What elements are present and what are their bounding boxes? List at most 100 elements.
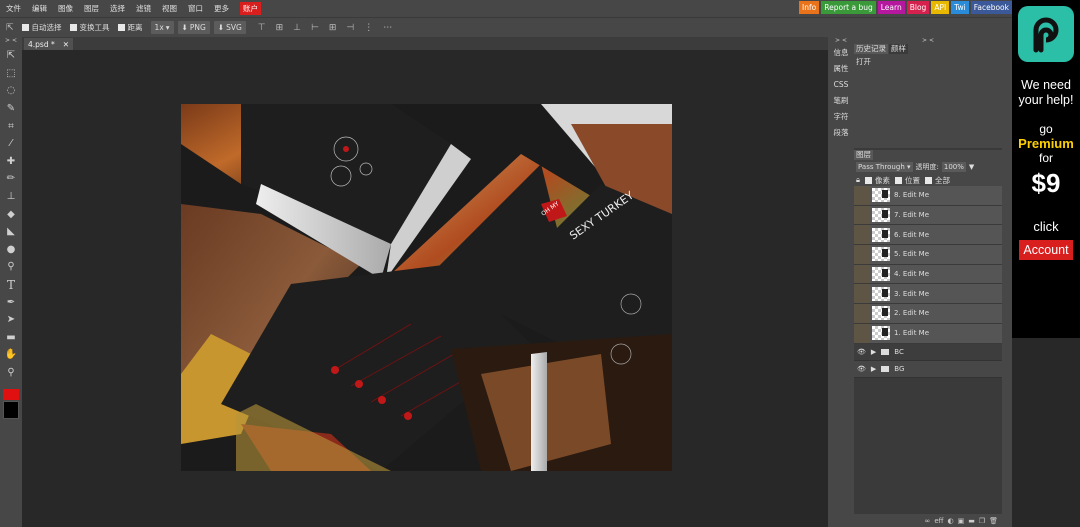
layer-row[interactable]: 2. Edit Me	[854, 304, 1002, 324]
tab-info[interactable]: 信息	[828, 45, 854, 61]
menu-filter[interactable]: 滤镜	[136, 3, 151, 14]
menu-select[interactable]: 选择	[110, 3, 125, 14]
lasso-icon[interactable]: ◌	[0, 82, 22, 100]
hand-icon[interactable]: ✋	[0, 346, 22, 364]
tab-brush[interactable]: 笔刷	[828, 93, 854, 109]
menu-window[interactable]: 窗口	[188, 3, 203, 14]
menu-account[interactable]: 账户	[240, 2, 261, 15]
distribute-h-icon[interactable]: ⋯	[383, 23, 392, 33]
align-left-icon[interactable]: ⊢	[311, 23, 319, 33]
distance-checkbox[interactable]: 距离	[117, 22, 143, 33]
move-tool-icon[interactable]: ⇱	[6, 23, 14, 33]
eraser-icon[interactable]: ◆	[0, 205, 22, 223]
panel-collapse[interactable]: > <	[0, 37, 22, 47]
side-collapse[interactable]: > <	[828, 37, 854, 45]
distribute-icon[interactable]: ⋮	[364, 23, 373, 33]
link-icon[interactable]: ∞	[924, 517, 930, 525]
menu-view[interactable]: 视图	[162, 3, 177, 14]
ad-account-button[interactable]: Account	[1019, 240, 1073, 260]
shape-icon[interactable]: ▬	[0, 329, 22, 347]
move-icon[interactable]: ⇱	[0, 47, 22, 65]
blur-icon[interactable]: ●	[0, 241, 22, 259]
layer-thumbnail	[872, 267, 890, 282]
zoom-icon[interactable]: ⚲	[0, 364, 22, 382]
stamp-icon[interactable]: ⊥	[0, 188, 22, 206]
path-select-icon[interactable]: ➤	[0, 311, 22, 329]
foreground-color-swatch[interactable]	[3, 389, 19, 400]
layer-row[interactable]: 3. Edit Me	[854, 284, 1002, 305]
effects-button[interactable]: eff	[934, 517, 943, 525]
lock-all-checkbox[interactable]: 全部	[925, 175, 950, 186]
trash-icon[interactable]: 🗑︎	[989, 517, 998, 525]
api-link[interactable]: API	[931, 1, 950, 14]
chevron-down-icon[interactable]: ▼	[969, 163, 974, 171]
info-link[interactable]: Info	[799, 1, 820, 14]
marquee-icon[interactable]: ⬚	[0, 65, 22, 83]
menu-file[interactable]: 文件	[6, 3, 21, 14]
type-icon[interactable]: T	[0, 276, 22, 294]
eyedropper-icon[interactable]: ⁄	[0, 135, 22, 153]
mask-icon[interactable]: ▣	[958, 517, 965, 525]
layer-row[interactable]: 8. Edit Me	[854, 186, 1002, 206]
tab-css[interactable]: CSS	[828, 77, 854, 93]
layer-row[interactable]: 7. Edit Me	[854, 205, 1002, 226]
menu-edit[interactable]: 编辑	[32, 3, 47, 14]
layer-row[interactable]: 5. Edit Me	[854, 245, 1002, 265]
doc-tab-4psd[interactable]: 4.psd * ✕	[24, 38, 74, 50]
layer-group-bg[interactable]: 👁︎ ▶ BG	[854, 360, 1002, 378]
chevron-right-icon[interactable]: ▶	[871, 348, 876, 356]
adjustment-icon[interactable]: ◐	[947, 517, 953, 525]
brush-icon[interactable]: ✏	[0, 170, 22, 188]
align-top-icon[interactable]: ⊤	[258, 23, 266, 33]
new-layer-icon[interactable]: ❐	[979, 517, 985, 525]
eye-icon[interactable]: 👁︎	[857, 348, 866, 356]
report-bug-link[interactable]: Report a bug	[821, 1, 876, 14]
layer-row[interactable]: 4. Edit Me	[854, 264, 1002, 285]
learn-link[interactable]: Learn	[877, 1, 905, 14]
close-icon[interactable]: ✕	[63, 40, 69, 49]
healing-icon[interactable]: ✚	[0, 153, 22, 171]
layer-group-bc[interactable]: 👁︎ ▶ BC	[854, 343, 1002, 361]
magic-wand-icon[interactable]: ✎	[0, 100, 22, 118]
opacity-input[interactable]: 100%	[941, 162, 966, 172]
layer-row[interactable]: 1. Edit Me	[854, 323, 1002, 344]
document-canvas[interactable]: OH MY SEXY TURKEY	[181, 104, 672, 471]
align-right-icon[interactable]: ⊣	[346, 23, 354, 33]
layer-row[interactable]: 6. Edit Me	[854, 225, 1002, 246]
new-folder-icon[interactable]: ▬	[968, 517, 975, 525]
blend-mode-select[interactable]: Pass Through ▾	[856, 162, 913, 172]
dodge-icon[interactable]: ⚲	[0, 258, 22, 276]
menu-layer[interactable]: 图层	[84, 3, 99, 14]
background-color-swatch[interactable]	[3, 401, 19, 419]
zoom-select[interactable]: 1x ▾	[150, 21, 174, 34]
align-center-icon[interactable]: ⊞	[329, 23, 337, 33]
tab-swatches[interactable]: 颜样	[889, 44, 908, 54]
tab-properties[interactable]: 属性	[828, 61, 854, 77]
panel-collapse-right[interactable]: > <	[854, 37, 1002, 44]
menu-more[interactable]: 更多	[214, 3, 229, 14]
fill-icon[interactable]: ◣	[0, 223, 22, 241]
align-middle-icon[interactable]: ⊞	[276, 23, 284, 33]
transform-checkbox[interactable]: 变换工具	[69, 22, 110, 33]
export-png-button[interactable]: ⬇ PNG	[177, 21, 210, 34]
tab-layers[interactable]: 图层	[854, 150, 873, 160]
svg-label: SVG	[226, 23, 242, 32]
crop-icon[interactable]: ⌗	[0, 117, 22, 135]
tab-character[interactable]: 字符	[828, 109, 854, 125]
blog-link[interactable]: Blog	[906, 1, 930, 14]
facebook-link[interactable]: Facebook	[970, 1, 1012, 14]
lock-position-checkbox[interactable]: 位置	[895, 175, 920, 186]
doc-tab-label: 4.psd *	[28, 39, 55, 49]
align-bottom-icon[interactable]: ⊥	[293, 23, 301, 33]
chevron-right-icon[interactable]: ▶	[871, 365, 876, 373]
pen-icon[interactable]: ✒	[0, 293, 22, 311]
auto-select-checkbox[interactable]: 自动选择	[21, 22, 62, 33]
history-item[interactable]: 打开	[854, 54, 1002, 66]
lock-pixels-checkbox[interactable]: 像素	[865, 175, 890, 186]
tab-history[interactable]: 历史记录	[854, 44, 888, 54]
eye-icon[interactable]: 👁︎	[857, 365, 866, 373]
twitter-link[interactable]: Twi	[951, 1, 969, 14]
menu-image[interactable]: 图像	[58, 3, 73, 14]
tab-paragraph[interactable]: 段落	[828, 125, 854, 141]
export-svg-button[interactable]: ⬇ SVG	[213, 21, 246, 34]
